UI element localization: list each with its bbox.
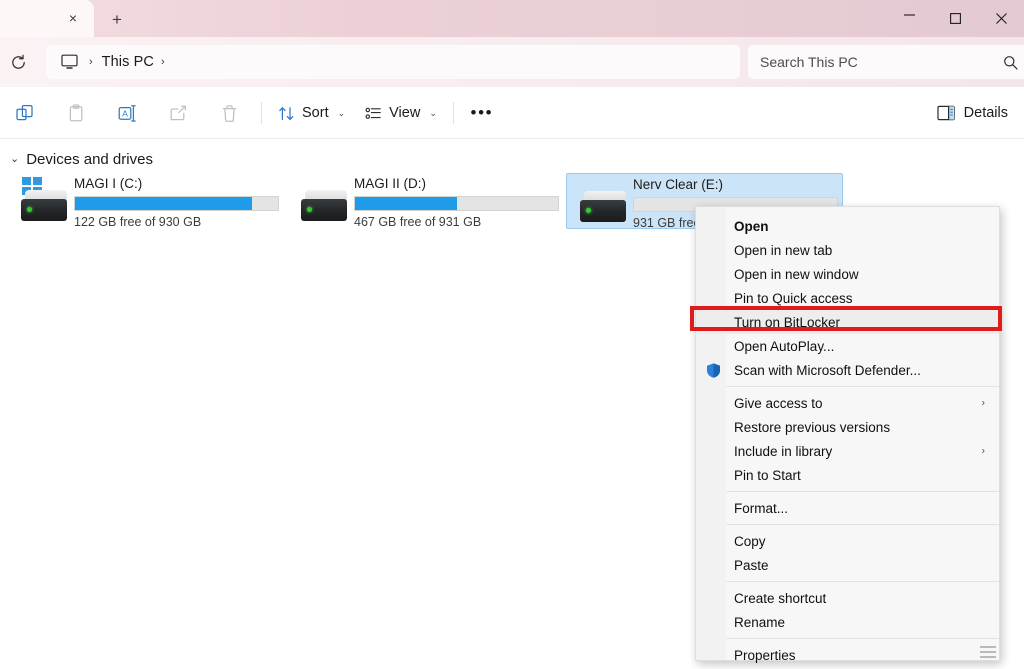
context-menu-separator <box>696 491 999 492</box>
context-menu-item-label: Open in new window <box>734 267 859 282</box>
context-menu-list: Open Open in new tab Open in new window Pin… <box>696 214 999 667</box>
context-menu-item-label: Give access to <box>734 396 823 411</box>
context-menu-item-label: Open <box>734 219 769 234</box>
share-icon <box>153 95 204 131</box>
drive-name: MAGI II (D:) <box>354 177 566 192</box>
context-menu-item-open[interactable]: Open <box>696 214 999 238</box>
breadcrumb[interactable]: › This PC › <box>46 45 740 79</box>
context-menu-item-label: Paste <box>734 558 769 573</box>
context-menu-item-label: Properties <box>734 648 796 663</box>
context-menu-item-label: Create shortcut <box>734 591 826 606</box>
minimize-button[interactable] <box>886 0 932 37</box>
file-explorer-window: × + <box>0 0 1024 669</box>
drive-icon <box>16 177 72 225</box>
context-menu-separator <box>696 581 999 582</box>
context-menu-item-label: Format... <box>734 501 788 516</box>
sort-button[interactable]: Sort ⌄ <box>268 95 355 131</box>
context-menu-item-pin-to-start[interactable]: Pin to Start <box>696 463 999 487</box>
drive-free-space: 467 GB free of 931 GB <box>354 215 566 229</box>
window-controls <box>886 0 1024 37</box>
context-menu-separator <box>696 638 999 639</box>
details-pane-button[interactable]: Details <box>927 95 1018 131</box>
context-menu-item-open-autoplay[interactable]: Open AutoPlay... <box>696 334 999 358</box>
context-menu-item-paste[interactable]: Paste <box>696 553 999 577</box>
details-label: Details <box>964 105 1008 121</box>
context-menu-item-open-in-new-window[interactable]: Open in new window <box>696 262 999 286</box>
maximize-button[interactable] <box>932 0 978 37</box>
context-menu-item-label: Pin to Quick access <box>734 291 853 306</box>
drive-tile-d[interactable]: MAGI II (D:) 467 GB free of 931 GB <box>288 173 566 227</box>
breadcrumb-separator-1: › <box>82 57 102 68</box>
view-button[interactable]: View ⌄ <box>355 95 447 131</box>
capacity-bar <box>74 196 279 211</box>
chevron-down-icon[interactable]: ⌄ <box>10 154 19 165</box>
context-menu-item-properties[interactable]: Properties <box>696 643 999 667</box>
breadcrumb-path[interactable]: This PC <box>102 54 154 70</box>
context-menu-item-label: Rename <box>734 615 785 630</box>
drive-tile-c[interactable]: MAGI I (C:) 122 GB free of 930 GB <box>8 173 286 227</box>
context-menu-item-copy[interactable]: Copy <box>696 529 999 553</box>
context-menu-item-open-in-new-tab[interactable]: Open in new tab <box>696 238 999 262</box>
context-menu-item-label: Scan with Microsoft Defender... <box>734 363 921 378</box>
tab-close-icon[interactable]: × <box>62 7 84 29</box>
chevron-down-icon: ⌄ <box>429 108 437 119</box>
shield-icon <box>705 362 722 379</box>
capacity-bar <box>354 196 559 211</box>
context-menu-item-include-in-library[interactable]: Include in library › <box>696 439 999 463</box>
sort-label: Sort <box>302 105 329 121</box>
search-placeholder: Search This PC <box>760 54 1003 70</box>
refresh-icon[interactable] <box>2 46 34 78</box>
context-menu-separator <box>696 386 999 387</box>
resize-grip-icon[interactable] <box>980 646 996 658</box>
drive-icon <box>575 178 631 226</box>
context-menu-item-format[interactable]: Format... <box>696 496 999 520</box>
context-menu-item-label: Turn on BitLocker <box>734 315 840 330</box>
context-menu-item-label: Pin to Start <box>734 468 801 483</box>
svg-text:A: A <box>122 108 128 118</box>
context-menu-item-scan-with-microsoft-defender[interactable]: Scan with Microsoft Defender... <box>696 358 999 382</box>
submenu-chevron-icon: › <box>982 446 985 457</box>
context-menu-item-give-access-to[interactable]: Give access to › <box>696 391 999 415</box>
drive-name: MAGI I (C:) <box>74 177 286 192</box>
context-menu-item-rename[interactable]: Rename <box>696 610 999 634</box>
see-more-icon[interactable]: ••• <box>460 95 504 131</box>
view-label: View <box>389 105 420 121</box>
context-menu-item-restore-previous-versions[interactable]: Restore previous versions <box>696 415 999 439</box>
context-menu: Open Open in new tab Open in new window Pin… <box>695 206 1000 661</box>
copy-icon[interactable] <box>0 95 51 131</box>
details-pane-icon <box>937 105 956 122</box>
this-pc-icon <box>56 54 82 70</box>
close-window-icon[interactable] <box>978 0 1024 37</box>
group-title: Devices and drives <box>26 151 153 168</box>
context-menu-separator <box>696 524 999 525</box>
context-menu-item-label: Restore previous versions <box>734 420 890 435</box>
drive-icon <box>296 177 352 225</box>
context-menu-item-turn-on-bitlocker[interactable]: Turn on BitLocker <box>696 310 999 334</box>
context-menu-item-label: Copy <box>734 534 766 549</box>
title-bar: × + <box>0 0 1024 37</box>
command-bar-icons: A <box>0 87 504 139</box>
search-input[interactable]: Search This PC <box>748 45 1024 79</box>
context-menu-item-label: Open AutoPlay... <box>734 339 834 354</box>
search-icon[interactable] <box>1003 55 1018 70</box>
context-menu-item-label: Include in library <box>734 444 832 459</box>
chevron-down-icon: ⌄ <box>338 108 346 119</box>
command-bar: A <box>0 87 1024 139</box>
context-menu-item-label: Open in new tab <box>734 243 832 258</box>
drive-free-space: 122 GB free of 930 GB <box>74 215 286 229</box>
command-divider-2 <box>453 102 454 124</box>
address-bar-row: › This PC › Search This PC <box>0 37 1024 87</box>
breadcrumb-separator-2[interactable]: › <box>154 57 174 68</box>
rename-icon[interactable]: A <box>102 95 153 131</box>
submenu-chevron-icon: › <box>982 398 985 409</box>
command-divider-1 <box>261 102 262 124</box>
context-menu-item-create-shortcut[interactable]: Create shortcut <box>696 586 999 610</box>
new-tab-button[interactable]: + <box>104 7 130 31</box>
context-menu-item-pin-to-quick-access[interactable]: Pin to Quick access <box>696 286 999 310</box>
drive-name: Nerv Clear (E:) <box>633 178 842 193</box>
paste-icon <box>51 95 102 131</box>
group-header-devices-and-drives[interactable]: ⌄ Devices and drives <box>10 151 153 168</box>
delete-icon <box>204 95 255 131</box>
